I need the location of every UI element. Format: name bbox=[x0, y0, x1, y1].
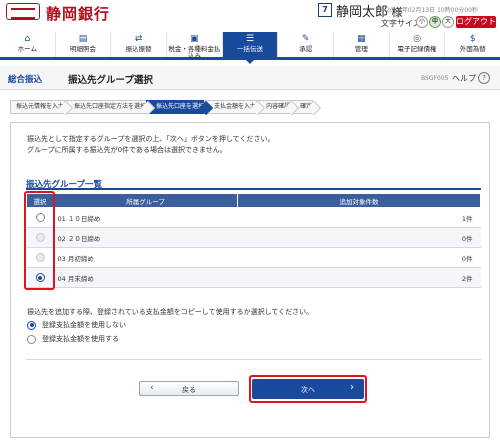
nav-item-1[interactable]: ▤ 明細照会 bbox=[56, 32, 112, 57]
document-icon: ▤ bbox=[78, 34, 88, 44]
nav-item-5[interactable]: ✎ 承認 bbox=[278, 32, 335, 57]
help-icon[interactable]: ? bbox=[478, 72, 490, 84]
bank-name: 静岡銀行 bbox=[46, 5, 111, 23]
nav-item-label: 管理 bbox=[354, 45, 368, 53]
nav-item-label: 税金・各種料金払込み bbox=[168, 45, 221, 60]
main-panel: 振込先として指定するグループを選択の上、「次へ」ボタンを押してください。 グルー… bbox=[10, 122, 490, 438]
nav-item-8[interactable]: $ 外国為替 bbox=[445, 32, 500, 57]
bulk-transfer-icon: ☰ bbox=[245, 34, 255, 44]
column-header-select: 選択 bbox=[26, 193, 54, 208]
text-size-label: 文字サイズ bbox=[381, 19, 421, 28]
option-use-amount[interactable]: 登録支払金額を使用する bbox=[27, 334, 119, 344]
nav-item-label: ホーム bbox=[17, 45, 37, 53]
radio-use-amount[interactable] bbox=[27, 334, 36, 344]
group-table: 選択 所属グループ 追加対象件数 01 １０日締め 1件 02 ２０日締め 0件 03 … bbox=[26, 193, 481, 288]
group-list-rule bbox=[26, 188, 481, 190]
group-count: 0件 bbox=[237, 247, 481, 268]
radio-do-not-use-amount[interactable] bbox=[27, 320, 36, 330]
select-cell bbox=[26, 267, 54, 288]
next-button-label: 次へ bbox=[301, 386, 315, 394]
nav-item-7[interactable]: ◎ 電子記録債権 bbox=[390, 32, 446, 57]
text-size-large-button[interactable]: 大 bbox=[442, 16, 454, 28]
foreign-exchange-icon: $ bbox=[469, 34, 476, 44]
back-button-label: 戻る bbox=[182, 386, 196, 394]
nav-item-6[interactable]: ▦ 管理 bbox=[334, 32, 390, 57]
select-cell bbox=[26, 227, 54, 248]
nav-item-label: 電子記録債権 bbox=[397, 45, 437, 53]
last-login-time: 20XX年02月13日 10時00分00秒 bbox=[386, 7, 478, 14]
instruction-text: 振込先として指定するグループを選択の上、「次へ」ボタンを押してください。 グルー… bbox=[27, 134, 274, 156]
group-name: 03 月初締め bbox=[53, 247, 238, 268]
option-do-not-use-amount[interactable]: 登録支払金額を使用しない bbox=[27, 320, 126, 330]
chevron-right-icon: › bbox=[350, 382, 354, 393]
group-count: 1件 bbox=[237, 207, 481, 228]
select-cell bbox=[26, 247, 54, 268]
text-size-small-button[interactable]: 小 bbox=[416, 16, 428, 28]
payment-icon: ▣ bbox=[190, 34, 199, 44]
table-row: 02 ２０日締め 0件 bbox=[26, 227, 481, 248]
column-header-count: 追加対象件数 bbox=[237, 193, 481, 208]
step-1: 振込元情報を入力 bbox=[10, 100, 65, 114]
screen-id: BSGF005 bbox=[421, 75, 449, 82]
page-title-bar: 総合振込 振込先グループ選択 BSGF005 ヘルプ ? bbox=[0, 66, 500, 90]
instruction-line-2: グループに所属する振込先が0件である場合は選択できません。 bbox=[27, 146, 227, 154]
help-link[interactable]: ヘルプ bbox=[452, 73, 476, 84]
group-name: 04 月末締め bbox=[53, 267, 238, 288]
select-cell bbox=[26, 207, 54, 228]
group-name: 01 １０日締め bbox=[53, 207, 238, 228]
divider bbox=[26, 359, 481, 360]
group-radio bbox=[35, 233, 45, 242]
instruction-line-1: 振込先として指定するグループを選択の上、「次へ」ボタンを押してください。 bbox=[27, 135, 275, 143]
nav-item-3[interactable]: ▣ 税金・各種料金払込み bbox=[167, 32, 223, 60]
table-header-row: 選択 所属グループ 追加対象件数 bbox=[26, 193, 481, 208]
table-row: 03 月初締め 0件 bbox=[26, 247, 481, 268]
user-badge: 7 bbox=[318, 3, 332, 17]
step-2: 振込先口座指定方法を選択 bbox=[64, 100, 147, 114]
bank-logo-icon bbox=[6, 3, 40, 20]
nav-item-4[interactable]: ☰ 一括伝送 bbox=[222, 32, 279, 64]
group-radio[interactable] bbox=[35, 273, 45, 282]
global-nav: ⌂ ホーム ▤ 明細照会 ⇄ 振込振替 ▣ 税金・各種料金払込み ☰ 一括伝送 ✎ 承認 ▦ 管理 ◎ 電子記… bbox=[0, 32, 500, 64]
group-count: 0件 bbox=[237, 227, 481, 248]
home-icon: ⌂ bbox=[24, 34, 31, 44]
group-count: 2件 bbox=[237, 267, 481, 288]
group-name: 02 ２０日締め bbox=[53, 227, 238, 248]
transfer-icon: ⇄ bbox=[134, 34, 143, 44]
step-indicator: 振込元情報を入力 振込先口座指定方法を選択 振込先口座を選択 支払金額を入力 内容確認確… bbox=[10, 100, 390, 114]
nav-item-label: 承認 bbox=[299, 45, 313, 53]
header-bar: 静岡銀行 7 静岡太郎 様 20XX年02月13日 10時00分00秒 文字サイ… bbox=[0, 0, 500, 28]
page-title: 振込先グループ選択 bbox=[68, 75, 153, 86]
nav-item-label: 明細照会 bbox=[70, 45, 96, 53]
e-receivable-icon: ◎ bbox=[413, 34, 421, 44]
next-button[interactable]: 次へ › bbox=[252, 379, 364, 399]
copy-option-note: 振込先を追加する際、登録されている支払金額をコピーして使用するか選択してください… bbox=[27, 308, 314, 316]
table-row: 01 １０日締め 1件 bbox=[26, 207, 481, 228]
section-name: 総合振込 bbox=[8, 75, 43, 85]
column-header-group: 所属グループ bbox=[53, 193, 238, 208]
table-row: 04 月末締め 2件 bbox=[26, 267, 481, 288]
back-button[interactable]: ‹ 戻る bbox=[139, 381, 239, 396]
group-radio bbox=[35, 253, 45, 262]
nav-item-2[interactable]: ⇄ 振込振替 bbox=[111, 32, 168, 57]
nav-item-0[interactable]: ⌂ ホーム bbox=[0, 32, 56, 57]
management-icon: ▦ bbox=[357, 34, 366, 44]
option-label: 登録支払金額を使用する bbox=[42, 335, 119, 343]
text-size-medium-button[interactable]: 中 bbox=[429, 16, 441, 28]
nav-item-label: 外国為替 bbox=[459, 45, 486, 53]
logout-button[interactable]: ログアウト bbox=[456, 16, 496, 28]
group-radio[interactable] bbox=[35, 213, 45, 222]
nav-item-label: 一括伝送 bbox=[237, 45, 264, 53]
option-label: 登録支払金額を使用しない bbox=[42, 321, 126, 329]
approval-icon: ✎ bbox=[301, 34, 310, 44]
nav-item-label: 振込振替 bbox=[125, 45, 152, 53]
